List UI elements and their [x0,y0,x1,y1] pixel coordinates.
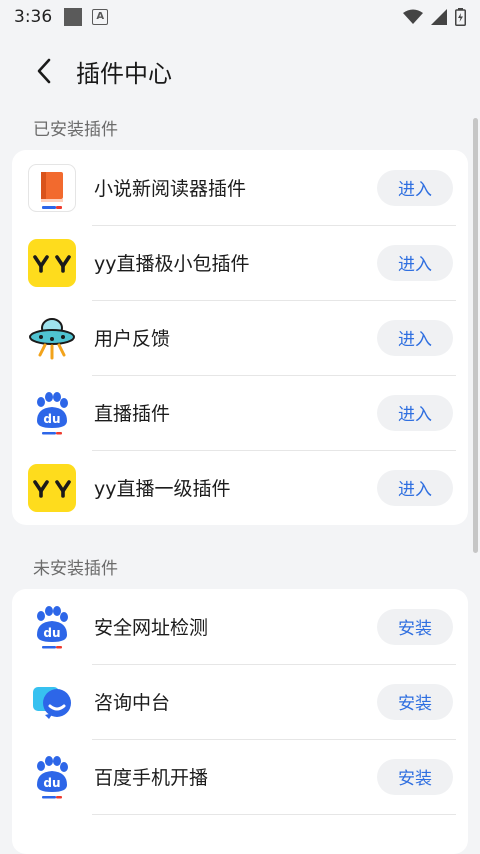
install-button[interactable]: 安装 [377,683,453,720]
plugin-name: 咨询中台 [94,692,171,714]
install-button[interactable]: 安装 [377,608,453,645]
install-button[interactable]: 安装 [377,758,453,795]
svg-text:du: du [43,776,60,790]
plugin-name: 用户反馈 [94,328,171,350]
list-item[interactable]: 用户反馈 进入 [12,300,468,375]
list-item[interactable]: yy直播极小包插件 进入 [12,225,468,300]
plugin-name: 安全网址检测 [94,617,209,639]
book-icon [27,163,77,213]
section-title-not-installed: 未安装插件 [33,559,118,579]
enter-button[interactable]: 进入 [377,244,453,281]
battery-icon [455,8,466,26]
page-title: 插件中心 [76,59,172,88]
status-time: 3:36 [14,7,53,27]
plugin-name: yy直播极小包插件 [94,253,250,275]
baidu-paw-icon: du [27,602,77,652]
yy-logo-icon [27,463,77,513]
enter-button[interactable]: 进入 [377,319,453,356]
wifi-icon [403,9,423,24]
enter-button[interactable]: 进入 [377,394,453,431]
enter-button[interactable]: 进入 [377,469,453,506]
plugin-name: 百度手机开播 [94,767,209,789]
ufo-icon [27,313,77,363]
list-item-partial [12,814,468,854]
plugin-name: 直播插件 [94,403,171,425]
yy-logo-icon [27,238,77,288]
signal-icon [431,9,447,25]
status-bar: 3:36 A [0,0,480,34]
back-button[interactable] [36,56,60,86]
section-title-installed: 已安装插件 [33,120,118,140]
list-item[interactable]: du 百度手机开播 安装 [12,739,468,814]
svg-text:du: du [43,412,60,426]
notification-icon [64,8,83,26]
baidu-paw-icon: du [27,752,77,802]
list-item[interactable]: du 直播插件 进入 [12,375,468,450]
installed-card: 小说新阅读器插件 进入 yy直播极小包插件 进入 用户反馈 进入 du 直播插件… [12,150,468,525]
chat-bubble-icon [27,677,77,727]
svg-text:du: du [43,626,60,640]
scrollbar[interactable] [473,118,478,553]
not-installed-card: du 安全网址检测 安装 咨询中台 安装 du 百度手机开播 安装 [12,589,468,854]
list-item[interactable]: yy直播一级插件 进入 [12,450,468,525]
plugin-name: yy直播一级插件 [94,478,231,500]
back-arrow-icon [37,58,51,84]
enter-button[interactable]: 进入 [377,169,453,206]
header: 插件中心 [0,34,480,108]
list-item[interactable]: 小说新阅读器插件 进入 [12,150,468,225]
list-item[interactable]: du 安全网址检测 安装 [12,589,468,664]
a-badge-icon: A [92,9,109,25]
list-item[interactable]: 咨询中台 安装 [12,664,468,739]
baidu-paw-icon: du [27,388,77,438]
plugin-name: 小说新阅读器插件 [94,178,247,200]
